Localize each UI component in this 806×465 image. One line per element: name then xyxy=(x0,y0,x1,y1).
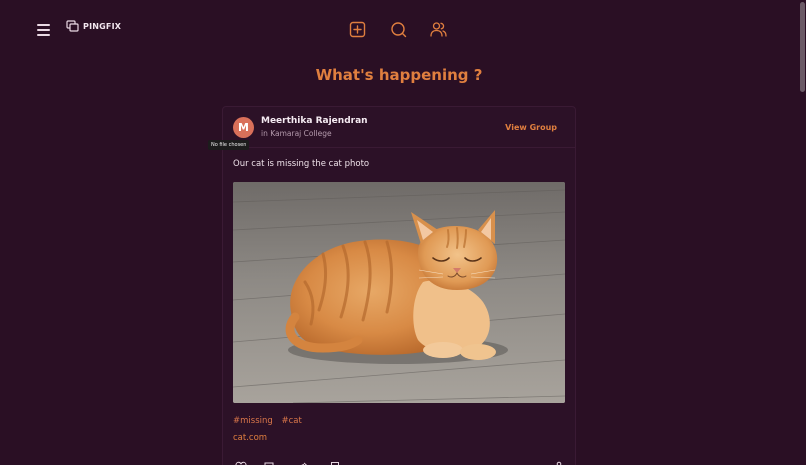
comment-icon[interactable] xyxy=(263,461,275,465)
scrollbar-thumb[interactable] xyxy=(800,2,805,92)
post-card: M Meerthika Rajendran in Kamaraj College… xyxy=(222,106,576,465)
author-name[interactable]: Meerthika Rajendran xyxy=(261,116,368,126)
like-icon[interactable] xyxy=(235,461,247,465)
post-link[interactable]: cat.com xyxy=(233,433,267,443)
file-input-tooltip: No file chosen xyxy=(208,140,250,150)
avatar[interactable]: M xyxy=(233,117,254,138)
scrollbar[interactable] xyxy=(798,0,806,465)
logo[interactable]: PINGFIX xyxy=(66,20,121,33)
post-actions xyxy=(223,459,575,465)
cat-photo xyxy=(233,182,565,403)
page-title: What's happening ? xyxy=(315,66,483,84)
view-group-button[interactable]: View Group xyxy=(505,123,557,132)
more-options-icon[interactable] xyxy=(553,461,565,465)
hashtag-missing[interactable]: #missing xyxy=(233,416,273,426)
post-image[interactable] xyxy=(233,182,565,403)
top-navigation-bar: PINGFIX xyxy=(0,0,806,58)
add-post-icon[interactable] xyxy=(349,21,366,38)
hashtag-cat[interactable]: #cat xyxy=(281,416,301,426)
post-text: Our cat is missing the cat photo xyxy=(233,159,370,169)
menu-icon[interactable] xyxy=(37,24,50,36)
group-name: in Kamaraj College xyxy=(261,129,332,138)
search-icon[interactable] xyxy=(390,21,407,38)
post-header: M Meerthika Rajendran in Kamaraj College… xyxy=(223,107,575,148)
page: PINGFIX What's happening ? No file chose… xyxy=(0,0,806,465)
bookmark-icon[interactable] xyxy=(329,461,341,465)
users-icon[interactable] xyxy=(430,21,447,38)
logo-icon xyxy=(66,20,79,32)
logo-text: PINGFIX xyxy=(83,22,122,31)
share-icon[interactable] xyxy=(297,461,309,465)
hashtags: #missing #cat xyxy=(233,416,308,426)
